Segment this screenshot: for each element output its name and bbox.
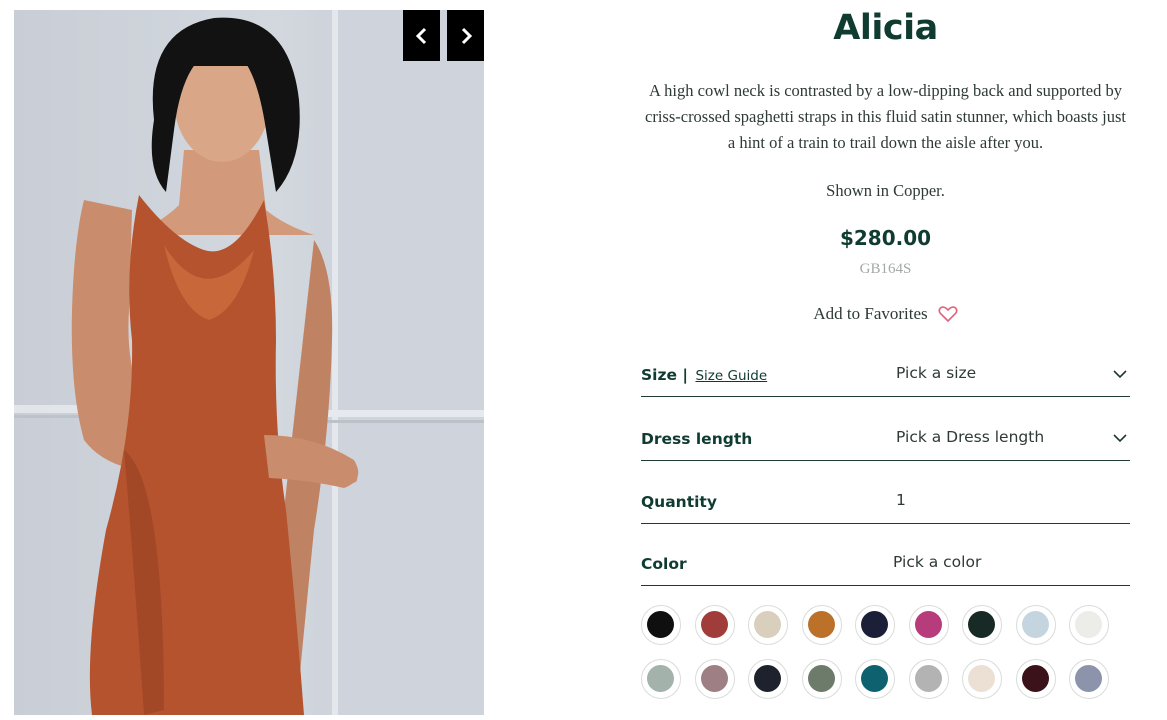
dress-length-value: Pick a Dress length <box>896 428 1045 446</box>
product-image <box>14 10 484 715</box>
size-label: Size | Size Guide <box>641 366 768 384</box>
color-select[interactable]: Color Pick a color <box>641 543 1130 586</box>
dress-length-label: Dress length <box>641 430 753 448</box>
color-swatch[interactable] <box>909 659 949 699</box>
chevron-down-icon <box>1113 434 1127 443</box>
heart-icon <box>938 306 958 323</box>
size-value: Pick a size <box>896 364 977 382</box>
chevron-right-icon <box>461 27 472 44</box>
color-swatch[interactable] <box>641 659 681 699</box>
color-value: Pick a color <box>893 553 982 571</box>
color-swatch[interactable] <box>855 659 895 699</box>
quantity-label: Quantity <box>641 493 717 511</box>
add-to-favorites-button[interactable]: Add to Favorites <box>641 304 1130 324</box>
color-swatch[interactable] <box>855 605 895 645</box>
product-title: Alicia <box>833 8 938 48</box>
color-swatch[interactable] <box>748 605 788 645</box>
shown-in-text: Shown in Copper. <box>826 181 945 200</box>
color-swatch[interactable] <box>695 659 735 699</box>
size-select[interactable]: Size | Size Guide Pick a size <box>641 354 1130 397</box>
color-swatch[interactable] <box>962 659 1002 699</box>
product-sku: GB164S <box>859 261 912 277</box>
size-guide-link[interactable]: Size Guide <box>695 368 767 384</box>
color-swatch[interactable] <box>909 605 949 645</box>
chevron-left-icon <box>415 27 426 44</box>
product-price: $280.00 <box>839 226 932 250</box>
color-swatch[interactable] <box>641 605 681 645</box>
add-to-favorites-label: Add to Favorites <box>813 304 928 323</box>
quantity-field[interactable]: Quantity 1 <box>641 481 1130 524</box>
dress-length-select[interactable]: Dress length Pick a Dress length <box>641 418 1130 461</box>
color-label: Color <box>641 555 687 573</box>
color-swatch[interactable] <box>962 605 1002 645</box>
color-swatch[interactable] <box>1069 659 1109 699</box>
color-swatch[interactable] <box>748 659 788 699</box>
model-illustration <box>14 10 484 715</box>
color-swatch[interactable] <box>695 605 735 645</box>
color-swatch[interactable] <box>802 605 842 645</box>
chevron-down-icon <box>1113 370 1127 379</box>
color-swatch[interactable] <box>802 659 842 699</box>
gallery-next-button[interactable] <box>447 10 484 61</box>
color-swatch[interactable] <box>1069 605 1109 645</box>
color-swatch[interactable] <box>1016 605 1056 645</box>
product-description: A high cowl neck is contrasted by a low-… <box>645 81 1126 152</box>
gallery-prev-button[interactable] <box>403 10 440 61</box>
color-swatch[interactable] <box>1016 659 1056 699</box>
quantity-value[interactable]: 1 <box>896 491 906 509</box>
